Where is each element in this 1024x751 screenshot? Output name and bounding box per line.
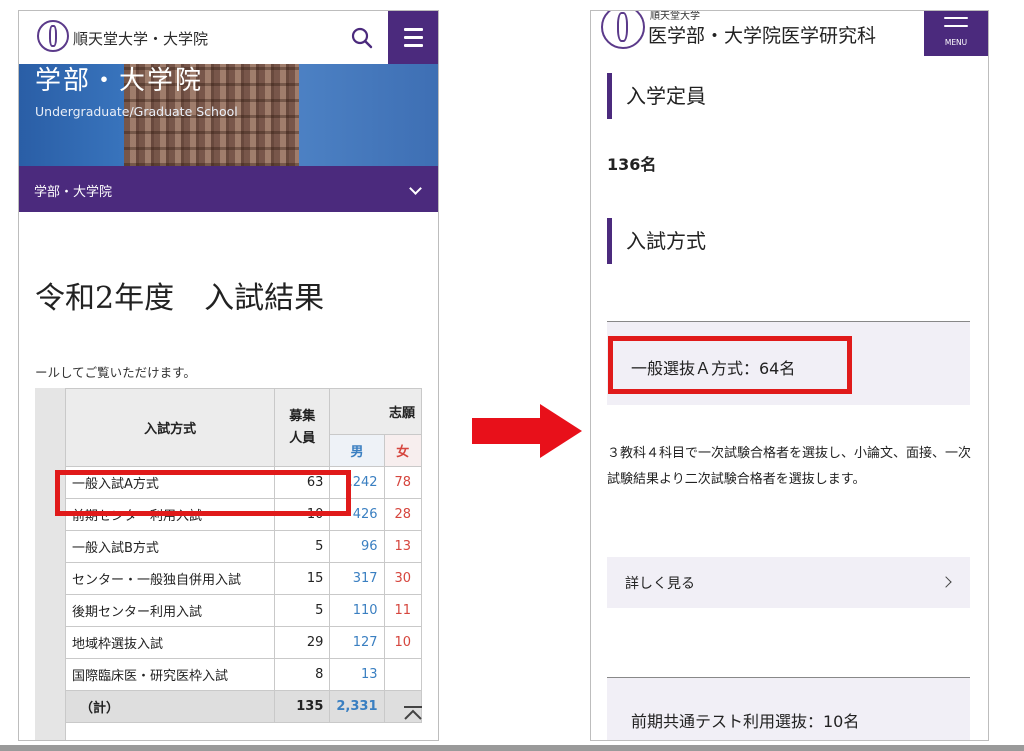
section-heading-capacity: 入学定員: [607, 73, 706, 119]
row-male: 317: [329, 562, 385, 595]
hamburger-menu-button[interactable]: [388, 11, 438, 64]
search-icon[interactable]: [351, 27, 373, 49]
chevron-right-icon: [940, 576, 952, 588]
header-male: 男: [329, 434, 385, 467]
row-female: [383, 658, 422, 691]
table-row: 国際臨床医・研究医枠入試 8 13: [64, 658, 422, 691]
red-arrow-right-icon: [472, 404, 582, 458]
chevron-down-icon: [409, 182, 422, 195]
table-total-row: （計） 135 2,331: [64, 690, 422, 723]
university-seal-logo[interactable]: [37, 20, 69, 52]
row-female: 10: [383, 626, 422, 659]
right-phone-screenshot: 順天堂大学 医学部・大学院医学研究科 MENU 入学定員 136名 入試方式 一…: [590, 10, 989, 741]
menu-label: MENU: [944, 38, 968, 47]
header-applicants: 志願: [329, 388, 422, 435]
hero-subtitle: Undergraduate/Graduate School: [35, 104, 238, 119]
scroll-to-top-icon[interactable]: [402, 705, 424, 721]
row-quota: 8: [274, 658, 331, 691]
highlight-box-general-a: [608, 336, 852, 394]
highlight-box-general-a: [55, 470, 351, 516]
total-male: 2,331: [329, 690, 385, 723]
site-header: 順天堂大学・大学院: [19, 11, 438, 64]
row-method: 地域枠選抜入試: [64, 626, 276, 659]
table-left-gutter: [35, 388, 66, 740]
section-dropdown[interactable]: 学部・大学院: [19, 166, 438, 212]
capacity-value: 136名: [607, 155, 657, 174]
left-phone-screenshot: 順天堂大学・大学院 学部・大学院 Undergraduate/Graduate …: [18, 10, 439, 741]
bottom-edge-line: [0, 745, 1024, 751]
hero-title: 学部・大学院: [35, 66, 204, 96]
method-description: ３教科４科目で一次試験合格者を選抜し、小論文、面接、一次試験結果より二次試験合格…: [607, 446, 972, 487]
total-quota: 135: [274, 690, 331, 723]
row-female: 30: [383, 562, 422, 595]
row-quota: 5: [274, 594, 331, 627]
row-male: 96: [329, 530, 385, 563]
header-female: 女: [383, 434, 422, 467]
row-male: 110: [329, 594, 385, 627]
row-method: 一般入試B方式: [64, 530, 276, 563]
panel-next-method-title: 前期共通テスト利用選抜：10名: [631, 712, 860, 731]
panel-next-method: 前期共通テスト利用選抜：10名: [607, 678, 970, 740]
hamburger-icon: [944, 10, 968, 11]
more-details-label: 詳しく見る: [625, 576, 695, 592]
table-row: 地域枠選抜入試 29 127 10: [64, 626, 422, 659]
site-logo-text[interactable]: 医学部・大学院医学研究科: [648, 21, 876, 48]
row-male: 13: [329, 658, 385, 691]
university-seal-logo[interactable]: [601, 11, 645, 49]
results-table-container[interactable]: 入試方式 募集人員 志願 男 女 一般入試A方式 63 ,242 78 前期セン…: [35, 388, 422, 740]
row-female: 28: [383, 498, 422, 531]
row-method: 後期センター利用入試: [64, 594, 276, 627]
header-method: 入試方式: [64, 388, 276, 467]
table-row: 一般入試B方式 5 96 13: [64, 530, 422, 563]
section-dropdown-label: 学部・大学院: [34, 185, 113, 200]
row-female: 13: [383, 530, 422, 563]
row-quota: 29: [274, 626, 331, 659]
row-quota: 15: [274, 562, 331, 595]
hamburger-icon: [404, 28, 423, 31]
row-quota: 5: [274, 530, 331, 563]
site-header: 順天堂大学 医学部・大学院医学研究科 MENU: [591, 11, 988, 56]
hero-banner: 学部・大学院 Undergraduate/Graduate School: [19, 64, 438, 166]
more-details-link[interactable]: 詳しく見る: [607, 557, 970, 608]
menu-button[interactable]: MENU: [924, 11, 988, 56]
row-method: 国際臨床医・研究医枠入試: [64, 658, 276, 691]
row-female: 78: [383, 466, 422, 499]
page-title: 令和2年度 入試結果: [35, 281, 325, 316]
results-table: 入試方式 募集人員 志願 男 女 一般入試A方式 63 ,242 78 前期セン…: [64, 388, 422, 723]
scroll-note: ールしてご覧いただけます。: [35, 365, 196, 380]
row-female: 11: [383, 594, 422, 627]
site-logo-text[interactable]: 順天堂大学・大学院: [73, 28, 208, 49]
total-label: （計）: [64, 690, 276, 723]
section-heading-method: 入試方式: [607, 218, 706, 264]
table-row: センター・一般独自併用入試 15 317 30: [64, 562, 422, 595]
row-method: センター・一般独自併用入試: [64, 562, 276, 595]
table-row: 後期センター利用入試 5 110 11: [64, 594, 422, 627]
header-quota: 募集人員: [274, 388, 331, 467]
row-male: 127: [329, 626, 385, 659]
